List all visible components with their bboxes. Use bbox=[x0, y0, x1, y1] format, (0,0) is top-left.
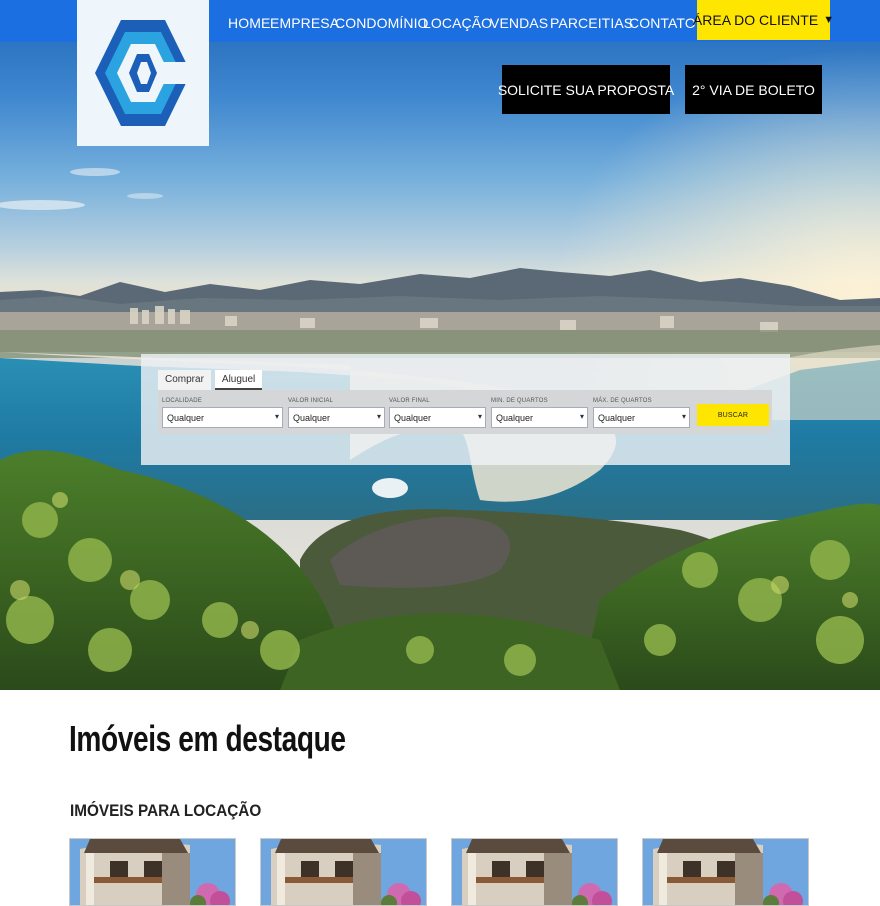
search-fields-row: LOCALIDADE Qualquer ▾ VALOR INICIAL Qual… bbox=[158, 390, 772, 434]
min-quartos-field: MIN. DE QUARTOS Qualquer ▾ bbox=[491, 398, 588, 428]
tab-aluguel[interactable]: Aluguel bbox=[214, 370, 263, 390]
property-photo bbox=[643, 839, 808, 905]
boleto-button[interactable]: 2° VIA DE BOLETO bbox=[685, 65, 822, 114]
valor-final-field: VALOR FINAL Qualquer ▾ bbox=[389, 398, 486, 428]
localidade-field: LOCALIDADE Qualquer ▾ bbox=[162, 398, 283, 428]
chevron-down-icon: ▾ bbox=[579, 412, 584, 421]
max-quartos-value: Qualquer bbox=[598, 412, 636, 423]
tab-comprar[interactable]: Comprar bbox=[158, 370, 211, 390]
logo-icon bbox=[95, 20, 195, 126]
property-search-panel: Comprar Aluguel LOCALIDADE Qualquer ▾ VA… bbox=[141, 354, 790, 465]
property-card[interactable] bbox=[69, 838, 236, 906]
search-button[interactable]: BUSCAR bbox=[697, 404, 769, 426]
nav-locacao[interactable]: LOCAÇÃO bbox=[423, 15, 492, 31]
nav-empresa[interactable]: EMPRESA bbox=[270, 15, 339, 31]
min-quartos-select[interactable]: Qualquer ▾ bbox=[491, 407, 588, 428]
request-proposal-label: SOLICITE SUA PROPOSTA bbox=[497, 81, 675, 98]
property-photo bbox=[261, 839, 426, 905]
nav-contato[interactable]: CONTATO bbox=[629, 15, 696, 31]
valor-final-value: Qualquer bbox=[394, 412, 432, 423]
boleto-label: 2° VIA DE BOLETO bbox=[692, 81, 815, 98]
min-quartos-value: Qualquer bbox=[496, 412, 534, 423]
property-card[interactable] bbox=[451, 838, 618, 906]
nav-vendas[interactable]: VENDAS bbox=[490, 15, 548, 31]
chevron-down-icon: ▾ bbox=[681, 412, 686, 421]
valor-final-label: VALOR FINAL bbox=[389, 398, 430, 404]
chevron-down-icon: ▾ bbox=[477, 412, 482, 421]
max-quartos-field: MÁX. DE QUARTOS Qualquer ▾ bbox=[593, 398, 690, 428]
localidade-value: Qualquer bbox=[167, 412, 205, 423]
localidade-select[interactable]: Qualquer ▾ bbox=[162, 407, 283, 428]
rental-section-title: IMÓVEIS PARA LOCAÇÃO bbox=[70, 801, 262, 820]
property-card[interactable] bbox=[260, 838, 427, 906]
chevron-down-icon: ▾ bbox=[376, 412, 381, 421]
page-title: Imóveis em destaque bbox=[69, 718, 346, 759]
valor-inicial-label: VALOR INICIAL bbox=[288, 398, 334, 404]
valor-inicial-field: VALOR INICIAL Qualquer ▾ bbox=[288, 398, 385, 428]
max-quartos-label: MÁX. DE QUARTOS bbox=[593, 398, 652, 404]
localidade-label: LOCALIDADE bbox=[162, 398, 203, 404]
company-logo[interactable] bbox=[77, 0, 209, 146]
valor-inicial-select[interactable]: Qualquer ▾ bbox=[288, 407, 385, 428]
valor-final-select[interactable]: Qualquer ▾ bbox=[389, 407, 486, 428]
request-proposal-button[interactable]: SOLICITE SUA PROPOSTA bbox=[498, 65, 674, 114]
property-card[interactable] bbox=[642, 838, 809, 906]
search-tabs: Comprar Aluguel bbox=[158, 370, 263, 390]
min-quartos-label: MIN. DE QUARTOS bbox=[491, 398, 548, 404]
valor-inicial-value: Qualquer bbox=[293, 412, 331, 423]
nav-condominio[interactable]: CONDOMÍNIO bbox=[335, 15, 429, 31]
property-photo bbox=[452, 839, 617, 905]
max-quartos-select[interactable]: Qualquer ▾ bbox=[593, 407, 690, 428]
caret-down-icon: ▼ bbox=[823, 14, 835, 26]
client-area-label: ÁREA DO CLIENTE bbox=[692, 12, 819, 28]
client-area-button[interactable]: ÁREA DO CLIENTE ▼ bbox=[693, 0, 834, 40]
nav-parceitias[interactable]: PARCEITIAS bbox=[550, 15, 633, 31]
chevron-down-icon: ▾ bbox=[274, 412, 279, 421]
nav-home[interactable]: HOME bbox=[228, 15, 270, 31]
property-photo bbox=[70, 839, 235, 905]
